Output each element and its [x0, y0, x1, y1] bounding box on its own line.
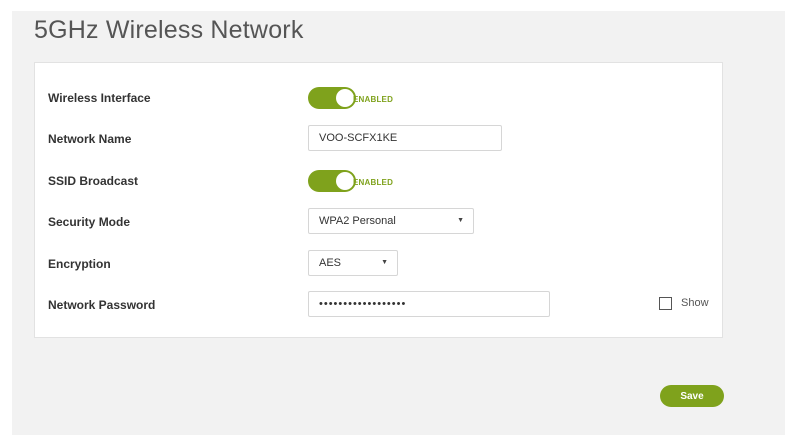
- wireless-interface-label: Wireless Interface: [48, 91, 151, 105]
- save-button[interactable]: Save: [660, 385, 724, 407]
- security-mode-label: Security Mode: [48, 215, 131, 229]
- show-password-checkbox[interactable]: [659, 297, 672, 310]
- show-password-label: Show: [681, 297, 709, 309]
- chevron-down-icon: ▼: [381, 259, 388, 266]
- encryption-label: Encryption: [48, 257, 111, 271]
- ssid-broadcast-toggle[interactable]: [308, 170, 356, 192]
- network-name-input[interactable]: [308, 125, 502, 151]
- encryption-select[interactable]: AES ▼: [308, 250, 398, 276]
- network-password-input[interactable]: [308, 291, 550, 317]
- security-mode-select[interactable]: WPA2 Personal ▼: [308, 208, 474, 234]
- wireless-interface-toggle[interactable]: [308, 87, 356, 109]
- wireless-interface-state: ENABLED: [353, 95, 394, 104]
- toggle-knob: [336, 89, 354, 107]
- network-password-label: Network Password: [48, 298, 156, 312]
- toggle-knob: [336, 172, 354, 190]
- network-name-label: Network Name: [48, 132, 132, 146]
- ssid-broadcast-label: SSID Broadcast: [48, 174, 139, 188]
- security-mode-value: WPA2 Personal: [319, 215, 396, 227]
- page-title: 5GHz Wireless Network: [34, 16, 304, 44]
- encryption-value: AES: [319, 257, 342, 269]
- chevron-down-icon: ▼: [457, 217, 464, 224]
- ssid-broadcast-state: ENABLED: [353, 178, 394, 187]
